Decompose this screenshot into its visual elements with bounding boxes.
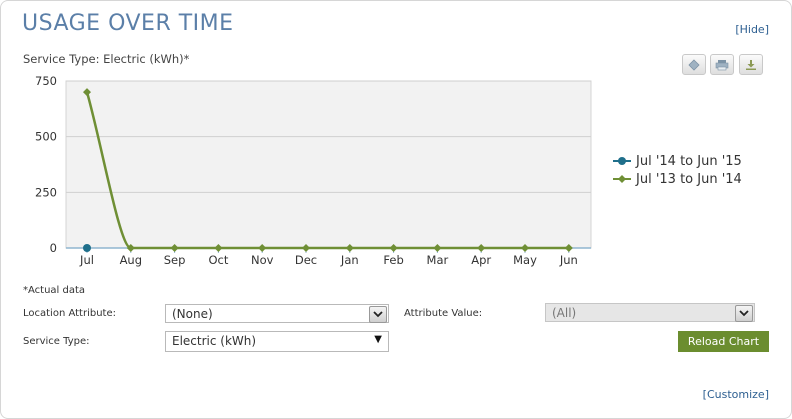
usage-over-time-panel: USAGE OVER TIME [Hide] Service Type: Ele…: [0, 0, 792, 419]
x-tick-label: Dec: [295, 253, 317, 267]
legend-marker-circle: [613, 157, 631, 165]
attribute-value-select[interactable]: (All): [545, 303, 755, 322]
legend-item-series-2[interactable]: Jul '13 to Jun '14: [613, 170, 742, 188]
x-tick-label: Jun: [559, 253, 578, 267]
hide-link[interactable]: [Hide]: [735, 23, 769, 36]
download-icon[interactable]: [739, 54, 763, 75]
service-type-select[interactable]: Electric (kWh) ▼: [165, 331, 389, 352]
plot-area: [65, 80, 592, 249]
chart-service-caption: Service Type: Electric (kWh)*: [23, 52, 190, 66]
legend-marker-diamond: [613, 175, 631, 183]
x-tick-label: Jan: [340, 253, 359, 267]
chart-legend: Jul '14 to Jun '15 Jul '13 to Jun '14: [613, 152, 742, 188]
customize-link[interactable]: [Customize]: [703, 388, 769, 401]
attribute-value-value: (All): [552, 306, 577, 320]
legend-label-series-2: Jul '13 to Jun '14: [636, 171, 742, 187]
panel-title: USAGE OVER TIME: [22, 11, 234, 36]
reload-chart-button[interactable]: Reload Chart: [678, 331, 769, 352]
y-tick-label: 500: [35, 130, 57, 144]
location-attribute-select[interactable]: (None): [165, 304, 389, 323]
service-type-label: Service Type:: [23, 336, 90, 347]
x-tick-label: Nov: [251, 253, 274, 267]
print-icon[interactable]: [710, 54, 734, 75]
chevron-down-icon: [369, 306, 387, 323]
x-tick-label: Oct: [208, 253, 228, 267]
legend-item-series-1[interactable]: Jul '14 to Jun '15: [613, 152, 742, 170]
service-type-value: Electric (kWh): [172, 334, 257, 348]
y-tick-label: 750: [35, 74, 57, 88]
location-attribute-value: (None): [172, 307, 213, 321]
x-tick-label: Feb: [383, 253, 403, 267]
x-tick-label: Jul: [79, 253, 94, 267]
diamond-icon[interactable]: [682, 54, 706, 75]
legend-label-series-1: Jul '14 to Jun '15: [636, 153, 742, 169]
caret-down-icon: ▼: [374, 334, 382, 345]
location-attribute-label: Location Attribute:: [23, 308, 116, 319]
x-tick-label: Aug: [120, 253, 142, 267]
x-tick-label: Sep: [164, 253, 186, 267]
y-tick-label: 0: [50, 241, 57, 255]
attribute-value-label: Attribute Value:: [404, 308, 483, 319]
chevron-down-icon: [735, 305, 753, 322]
x-tick-label: May: [513, 253, 537, 267]
y-tick-label: 250: [35, 185, 57, 199]
actual-data-note: *Actual data: [23, 285, 86, 296]
x-tick-label: Mar: [427, 253, 449, 267]
x-tick-label: Apr: [471, 253, 491, 267]
usage-line-chart: 0 250 500 750 Jul Aug Sep Oct Nov Dec Jan Feb Mar Apr…: [35, 74, 592, 267]
series-point-1: [83, 244, 91, 252]
